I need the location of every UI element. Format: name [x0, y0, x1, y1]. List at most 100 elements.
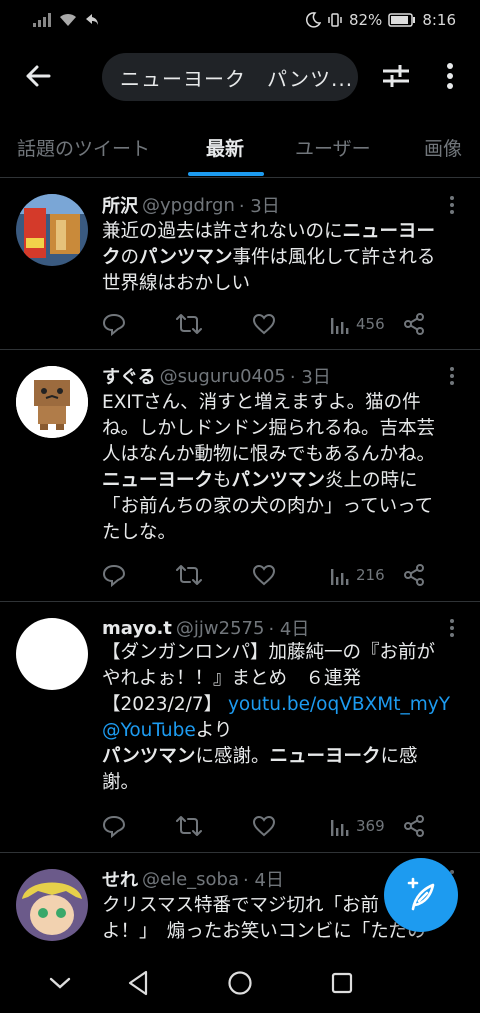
avatar[interactable] — [16, 366, 88, 438]
tweet-text-span: 兼近の過去は許されないのに — [102, 221, 343, 242]
share-button[interactable] — [402, 811, 426, 841]
display-name[interactable]: mayo.t — [102, 618, 172, 639]
tweet-more-icon[interactable] — [442, 618, 462, 638]
tweet-text-span: 【ダンガンロンパ】加藤純一の『お前が — [102, 642, 436, 663]
tab-images[interactable]: 画像 — [424, 116, 462, 178]
top-bar: ニューヨーク パンツ... — [0, 40, 480, 116]
more-options-button[interactable] — [438, 60, 462, 92]
nav-back-button[interactable] — [122, 967, 154, 999]
tweet-link[interactable]: @YouTube — [102, 720, 196, 741]
tweet-actions: 216 — [102, 560, 442, 590]
square-recents-icon — [331, 972, 353, 994]
views-button[interactable]: 369 — [330, 811, 385, 841]
filter-button[interactable] — [380, 60, 412, 92]
retweet-button[interactable] — [176, 309, 202, 339]
tweet-text-line: @YouTubeより — [102, 718, 464, 744]
tab-latest[interactable]: 最新 — [206, 116, 244, 178]
tab-users[interactable]: ユーザー — [295, 116, 371, 178]
nav-collapse-button[interactable] — [44, 967, 76, 999]
tweet-text-line: ニューヨークもパンツマン炎上の時に — [102, 468, 464, 494]
nav-recents-button[interactable] — [326, 967, 358, 999]
highlighted-term: ニューヨー — [342, 221, 436, 242]
sliders-icon — [383, 65, 409, 87]
battery-percent: 82% — [348, 11, 383, 29]
retweet-icon — [176, 565, 202, 585]
retweet-button[interactable] — [176, 560, 202, 590]
tweet-time: · 3日 — [289, 367, 331, 388]
system-nav-bar — [0, 953, 480, 1013]
tweet-text-span: 世界線はおかしい — [102, 273, 251, 294]
tweet-more-icon[interactable] — [442, 195, 462, 215]
tweet-header: すぐる @suguru0405 · 3日 — [102, 363, 440, 389]
avatar[interactable] — [16, 618, 88, 690]
signal-icon — [33, 13, 51, 27]
highlighted-term: パンツマン — [102, 746, 196, 767]
tweet-text-span: EXITさん、消すと増えますよ。猫の件 — [102, 392, 421, 413]
tweet-text-line: クのパンツマン事件は風化して許される — [102, 245, 464, 271]
like-button[interactable] — [252, 811, 276, 841]
tweet-time: · 4日 — [268, 619, 310, 640]
tweet[interactable]: mayo.t @jjw2575 · 4日 【ダンガンロンパ】加藤純一の『お前がや… — [0, 602, 480, 853]
chevron-down-icon — [49, 977, 71, 989]
retweet-icon — [176, 816, 202, 836]
like-button[interactable] — [252, 560, 276, 590]
share-button[interactable] — [402, 309, 426, 339]
share-icon — [404, 313, 424, 335]
nav-home-button[interactable] — [224, 967, 256, 999]
views-button[interactable]: 456 — [330, 309, 385, 339]
tweet-more-icon[interactable] — [442, 366, 462, 386]
tweet-text-span: やれよぉ！！』まとめ ６連発 — [102, 668, 362, 689]
highlighted-term: ニューヨーク — [102, 470, 214, 491]
views-bar-icon — [331, 569, 349, 585]
tweet-text: 【ダンガンロンパ】加藤純一の『お前が やれよぉ！！』まとめ ６連発 【2023/2/… — [102, 640, 464, 796]
avatar[interactable] — [16, 194, 88, 266]
share-button[interactable] — [402, 560, 426, 590]
search-query: ニューヨーク パンツ... — [120, 66, 354, 91]
user-handle: @ele_soba — [142, 868, 239, 890]
tweet-text-span: よ！」 煽ったお笑いコンビに「ただの — [102, 921, 426, 942]
reply-button[interactable] — [102, 811, 126, 841]
reply-button[interactable] — [102, 309, 126, 339]
tweet-text-line: たしな。 — [102, 520, 464, 546]
back-button[interactable] — [20, 58, 56, 94]
compose-feather-icon — [407, 877, 435, 911]
more-vertical-icon — [447, 63, 453, 89]
tweet-text-span: 【2023/2/7】 — [102, 694, 228, 715]
battery-icon — [388, 13, 416, 27]
tweet-text-line: 謝。 — [102, 770, 464, 796]
like-button[interactable] — [252, 309, 276, 339]
search-tabs: 話題のツイート 最新 ユーザー 画像 — [0, 116, 480, 178]
share-icon — [404, 815, 424, 837]
circle-home-icon — [228, 971, 252, 995]
tweet-header: 所沢 @ypgdrgn · 3日 — [102, 192, 440, 218]
reply-icon — [102, 815, 126, 838]
tweet-text-line: EXITさん、消すと増えますよ。猫の件 — [102, 390, 464, 416]
tweet-text-span: 謝。 — [102, 772, 140, 793]
tweet-link[interactable]: youtu.be/oqVBXMt_myY — [228, 694, 450, 715]
tweet-text-line: 人はなんか動物に恨みでもあるんかね。 — [102, 442, 464, 468]
tab-top[interactable]: 話題のツイート — [17, 116, 150, 178]
tweet[interactable]: 所沢 @ypgdrgn · 3日 兼近の過去は許されないのにニューヨー クのパンツ… — [0, 179, 480, 350]
user-handle: @jjw2575 — [175, 617, 265, 639]
tweet-header: mayo.t @jjw2575 · 4日 — [102, 615, 440, 641]
views-bar-icon — [331, 318, 349, 334]
clock: 8:16 — [422, 11, 456, 29]
tweet-text-line: パンツマンに感謝。ニューヨークに感 — [102, 744, 464, 770]
tweet-text-span: に感謝。 — [195, 746, 270, 767]
tweet-text-span: 人はなんか動物に恨みでもあるんかね。 — [102, 444, 436, 465]
search-field[interactable]: ニューヨーク パンツ... — [102, 53, 358, 101]
tweet-actions: 456 — [102, 309, 442, 339]
highlighted-term: ク — [102, 247, 121, 268]
avatar[interactable] — [16, 869, 88, 941]
tweet-text-span: たしな。 — [102, 522, 177, 543]
reply-button[interactable] — [102, 560, 126, 590]
retweet-button[interactable] — [176, 811, 202, 841]
tweet[interactable]: すぐる @suguru0405 · 3日 EXITさん、消すと増えますよ。猫の件… — [0, 350, 480, 602]
display-name[interactable]: すぐる — [102, 363, 156, 389]
views-button[interactable]: 216 — [330, 560, 385, 590]
display-name[interactable]: 所沢 — [102, 192, 138, 218]
compose-button[interactable] — [384, 858, 458, 932]
tweet-text-line: 兼近の過去は許されないのにニューヨー — [102, 219, 464, 245]
display-name[interactable]: せれ — [102, 866, 138, 892]
highlighted-term: ニューヨーク — [269, 746, 381, 767]
